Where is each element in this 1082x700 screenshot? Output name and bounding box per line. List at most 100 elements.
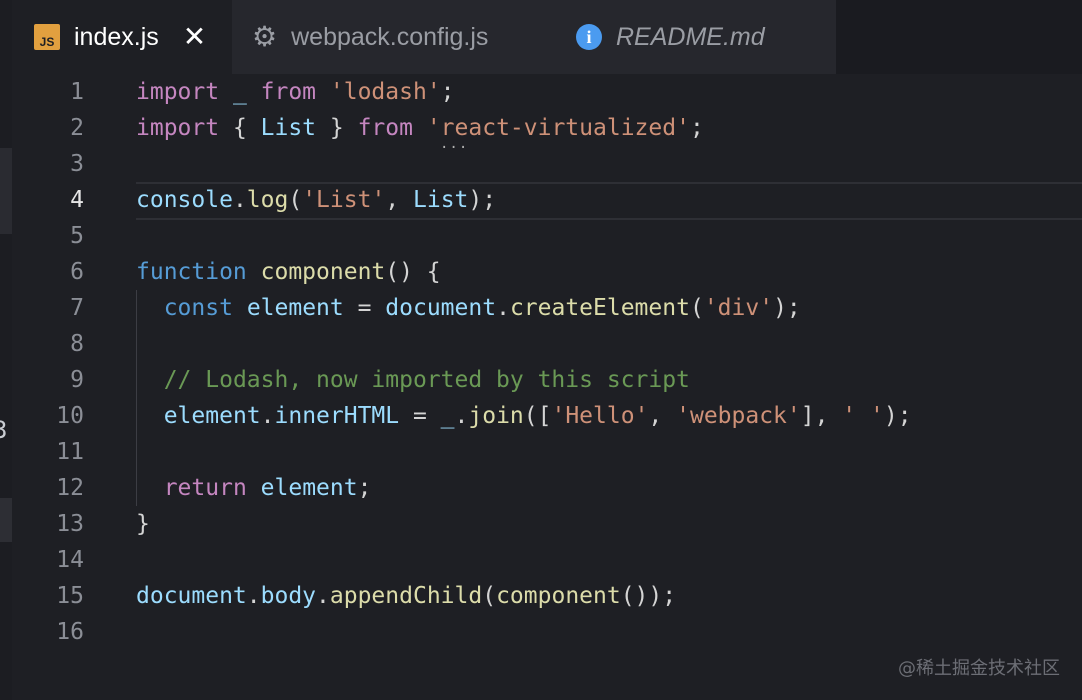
line-number: 8 [70,331,84,357]
code-token: element [246,295,344,321]
code-line[interactable]: 11 [12,434,1082,470]
code-text: return element; [136,470,372,506]
code-token: = [343,295,386,321]
line-number: 2 [70,115,84,141]
close-icon[interactable]: ✕ [183,23,206,51]
code-token: ); [883,403,912,429]
line-number: 12 [56,475,84,501]
gear-icon: ⚙ [252,21,278,52]
tab-webpack-config[interactable]: ⚙ webpack.config.js [232,0,532,74]
code-token: = [399,403,441,429]
code-token: 'react-virtualized' [426,115,690,141]
line-number: 4 [70,187,84,213]
code-token: from [260,79,317,105]
code-token: join [468,403,524,429]
code-text: document.body.appendChild(component()); [136,578,676,614]
code-token: _ [440,403,455,429]
tab-label: README.md [616,22,765,51]
code-text: function component() { [136,254,441,290]
watermark: @稀土掘金技术社区 [898,658,1060,679]
code-token: () { [385,259,441,285]
code-line[interactable]: 3 [12,146,1082,182]
code-token: component [260,259,386,285]
code-token: ( [482,583,497,609]
tab-readme[interactable]: i README.md [532,0,836,74]
line-number: 14 [56,547,84,573]
code-token: function [136,259,247,285]
code-line[interactable]: 13} [12,506,1082,542]
code-token: . [316,583,330,609]
code-line[interactable]: 10 element.innerHTML = _.join(['Hello', … [12,398,1082,434]
code-line[interactable]: 12 return element; [12,470,1082,506]
code-token: appendChild [329,583,483,609]
code-token: , [648,403,677,429]
code-token: ( [288,187,303,213]
code-token: _ [219,79,261,105]
line-number: 16 [56,619,84,645]
code-token: document [385,295,497,321]
code-editor[interactable]: ... 1 import _ from 'lodash'; 2 import { Li… [12,74,1082,700]
code-token: ], [800,403,843,429]
code-text: import { List } from 'react-virtualized'… [136,110,704,146]
code-token: ( [689,295,704,321]
code-token: . [232,187,247,213]
code-token: ); [773,295,801,321]
code-text: element.innerHTML = _.join(['Hello', 'we… [136,398,912,434]
adjacent-editor-highlight [0,148,12,234]
code-token: ' ' [842,403,884,429]
js-file-icon: JS [34,24,60,50]
code-token: innerHTML [274,403,400,429]
info-icon: i [576,24,602,50]
code-token: 'div' [703,295,774,321]
line-number: 5 [70,223,84,249]
code-line[interactable]: 16 [12,614,1082,650]
line-number: 6 [70,259,84,285]
code-token: 'lodash' [329,79,441,105]
code-token: createElement [509,295,690,321]
code-token: List [413,187,469,213]
code-token: . [496,295,510,321]
tab-label: index.js [74,22,159,51]
line-number: 13 [56,511,84,537]
code-token: ([ [523,403,552,429]
line-number: 1 [70,79,84,105]
code-line[interactable]: 4 console.log('List', List); [12,182,1082,218]
code-token: import [136,115,220,141]
code-token: . [454,403,469,429]
code-line[interactable]: 8 [12,326,1082,362]
code-token: element [260,475,358,501]
code-token: 'webpack' [676,403,801,429]
adjacent-editor-text: 3 [0,416,8,444]
code-token: { [219,115,261,141]
code-token: ; [440,79,455,105]
code-text: console.log('List', List); [136,182,496,218]
code-token: , [385,187,413,213]
code-token: return [163,475,247,501]
line-number: 15 [56,583,84,609]
code-line[interactable]: 5 [12,218,1082,254]
code-line[interactable]: 14 [12,542,1082,578]
code-token: console [136,187,233,213]
code-line[interactable]: 2 import { List } from 'react-virtualized… [12,110,1082,146]
code-token: ; [357,475,372,501]
tab-label: webpack.config.js [291,22,489,51]
tab-index-js[interactable]: JS index.js ✕ [12,0,232,74]
code-line[interactable]: 9 // Lodash, now imported by this script [12,362,1082,398]
code-token: . [246,583,261,609]
code-line[interactable]: 6 function component() { [12,254,1082,290]
adjacent-editor-highlight [0,498,12,542]
code-line[interactable]: 1 import _ from 'lodash'; [12,74,1082,110]
code-token: component [496,583,621,609]
line-number: 3 [70,151,84,177]
code-token: List [260,115,317,141]
code-token: ); [468,187,497,213]
code-line[interactable]: 15 document.body.appendChild(component())… [12,578,1082,614]
code-line[interactable]: 7 const element = document.createElement… [12,290,1082,326]
code-token: element [163,403,261,429]
